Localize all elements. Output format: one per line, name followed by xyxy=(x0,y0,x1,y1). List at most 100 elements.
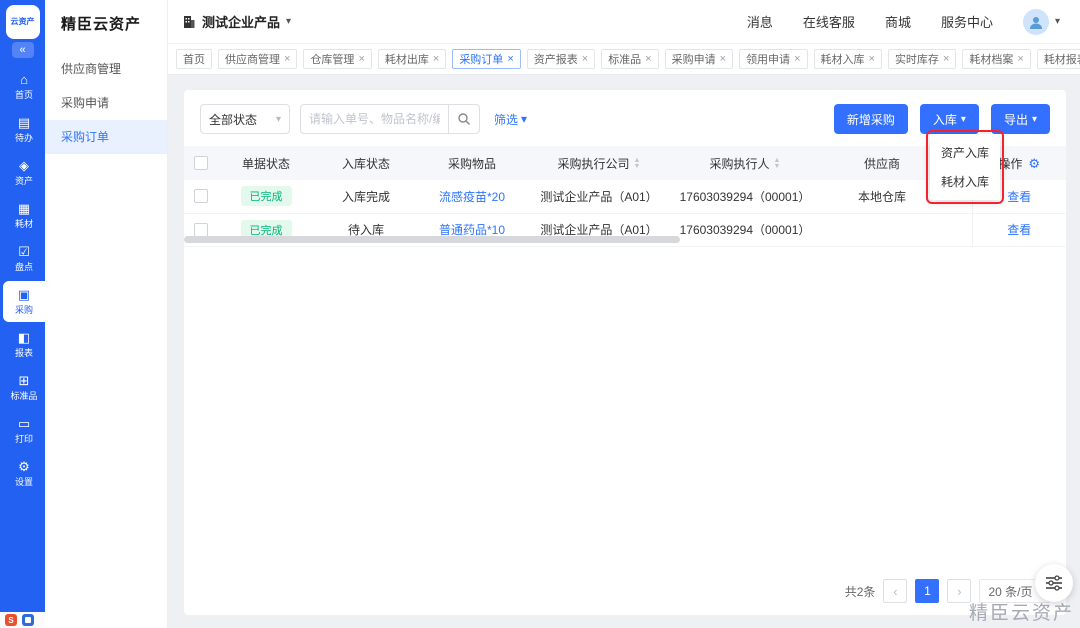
tab-close-icon[interactable]: × xyxy=(433,53,439,65)
nav-mall[interactable]: 商城 xyxy=(885,12,911,31)
asset-icon: ◈ xyxy=(19,157,29,173)
tab-label: 首页 xyxy=(183,54,205,66)
avatar[interactable] xyxy=(1022,8,1049,35)
rail-item-consumables[interactable]: ▦ 耗材 xyxy=(3,195,45,236)
rail-item-label: 待办 xyxy=(14,132,33,143)
col-document-status: 单据状态 xyxy=(218,146,314,180)
view-link[interactable]: 查看 xyxy=(1007,190,1031,204)
todo-icon: ▤ xyxy=(17,114,31,130)
col-executing-company[interactable]: 采购执行公司 ▲ ▼ xyxy=(526,146,672,180)
open-tabs-bar: 首页 供应商管理 × 仓库管理 × 耗材出库 × 采购订单 × 资产报表 × 标准品 × 采… xyxy=(168,44,1080,75)
tab-label: 耗材报表 xyxy=(1043,54,1080,66)
status-filter-select[interactable]: 全部状态 ▾ xyxy=(200,104,290,134)
menu-item-asset-inbound[interactable]: 资产入库 xyxy=(930,138,1000,167)
column-settings-gear-icon[interactable]: ⚙ xyxy=(1028,156,1040,171)
rail-item-label: 耗材 xyxy=(14,218,33,229)
left-rail: 云资产 « ⌂ 首页 ▤ 待办 ◈ 资产 ▦ 耗材 ☑ 盘点 ▣ 采购 ◧ 报表… xyxy=(0,0,45,628)
standard-item-icon: ⊞ xyxy=(18,372,30,388)
horizontal-scrollbar[interactable] xyxy=(184,236,680,243)
tab-close-icon[interactable]: × xyxy=(582,53,588,65)
next-page-button[interactable]: › xyxy=(947,579,972,603)
top-header: 测试企业产品 ▾ 消息 在线客服 商城 服务中心 ▾ xyxy=(168,0,1080,44)
tab-close-icon[interactable]: × xyxy=(943,53,949,65)
search-button[interactable] xyxy=(448,104,480,134)
tab-close-icon[interactable]: × xyxy=(507,53,513,65)
tab-close-icon[interactable]: × xyxy=(645,53,651,65)
chevron-down-icon: ▾ xyxy=(960,113,966,125)
user-menu[interactable]: ▾ xyxy=(1022,8,1060,35)
tab-supplier-management[interactable]: 供应商管理 × xyxy=(218,49,298,69)
tab-close-icon[interactable]: × xyxy=(1017,53,1023,65)
rail-item-assets[interactable]: ◈ 资产 xyxy=(3,152,45,193)
total-count: 共2条 xyxy=(844,584,876,599)
rail-item-todo[interactable]: ▤ 待办 xyxy=(3,109,45,150)
tab-warehouse-management[interactable]: 仓库管理 × xyxy=(303,49,372,69)
taskbar-app-icon[interactable]: S xyxy=(5,614,17,626)
tab-purchase-request[interactable]: 采购申请 × xyxy=(664,49,734,69)
rail-item-label: 设置 xyxy=(14,476,33,487)
tab-consumable-archive[interactable]: 耗材档案 × xyxy=(962,49,1031,69)
advanced-filter-link[interactable]: 筛选 ▾ xyxy=(494,111,527,128)
rail-item-label: 报表 xyxy=(14,347,33,358)
add-purchase-button[interactable]: 新增采购 xyxy=(833,104,908,134)
rail-item-home[interactable]: ⌂ 首页 xyxy=(3,66,45,107)
app-logo[interactable]: 云资产 xyxy=(5,5,40,39)
rail-item-print[interactable]: ▭ 打印 xyxy=(3,410,45,451)
tab-home[interactable]: 首页 xyxy=(176,49,212,69)
sidebar-item-purchase-request[interactable]: 采购申请 xyxy=(45,86,167,120)
person-icon xyxy=(1029,16,1042,29)
tab-close-icon[interactable]: × xyxy=(720,53,726,65)
purchase-item-link[interactable]: 普通药品*10 xyxy=(439,223,505,237)
select-all-checkbox[interactable] xyxy=(194,156,208,170)
tab-realtime-stock[interactable]: 实时库存 × xyxy=(887,49,957,69)
sidebar-item-purchase-order[interactable]: 采购订单 xyxy=(45,120,167,154)
rail-item-inventory[interactable]: ☑ 盘点 xyxy=(3,238,45,279)
taskbar-window-icon[interactable] xyxy=(22,614,34,626)
tab-close-icon[interactable]: × xyxy=(284,53,290,65)
rail-item-standard[interactable]: ⊞ 标准品 xyxy=(3,367,45,408)
purchase-item-link[interactable]: 流感疫苗*20 xyxy=(439,190,505,204)
search-input[interactable] xyxy=(300,104,448,134)
company-switcher[interactable]: 测试企业产品 ▾ xyxy=(182,12,291,31)
tab-label: 资产报表 xyxy=(533,54,578,66)
row-checkbox[interactable] xyxy=(194,189,208,204)
tab-consumable-outbound[interactable]: 耗材出库 × xyxy=(377,49,447,69)
current-page[interactable]: 1 xyxy=(915,579,940,603)
row-checkbox[interactable] xyxy=(194,222,208,237)
sort-icon[interactable]: ▲ ▼ xyxy=(634,157,641,170)
tab-label: 采购申请 xyxy=(671,54,716,66)
inbound-dropdown-menu: 资产入库 耗材入库 xyxy=(925,130,1005,204)
tab-asset-report[interactable]: 资产报表 × xyxy=(526,49,596,69)
quick-settings-fab[interactable] xyxy=(1035,564,1073,602)
collapse-sidebar-button[interactable]: « xyxy=(11,42,34,58)
tab-close-icon[interactable]: × xyxy=(869,53,875,65)
nav-service-center[interactable]: 服务中心 xyxy=(941,12,993,31)
inbound-button[interactable]: 入库 ▾ xyxy=(919,104,979,134)
tab-label: 仓库管理 xyxy=(310,54,355,66)
menu-item-consumable-inbound[interactable]: 耗材入库 xyxy=(930,167,1000,196)
rail-item-label: 资产 xyxy=(14,175,33,186)
tab-purchase-order[interactable]: 采购订单 × xyxy=(452,49,521,69)
rail-item-purchase[interactable]: ▣ 采购 xyxy=(3,281,45,322)
tab-consumable-report[interactable]: 耗材报表× xyxy=(1036,49,1080,69)
nav-online-service[interactable]: 在线客服 xyxy=(803,12,855,31)
rail-item-settings[interactable]: ⚙ 设置 xyxy=(3,453,45,494)
col-purchase-item: 采购物品 xyxy=(418,146,526,180)
tab-standard-item[interactable]: 标准品 × xyxy=(601,49,659,69)
tab-consumable-inbound[interactable]: 耗材入库 × xyxy=(813,49,882,69)
nav-messages[interactable]: 消息 xyxy=(747,12,773,31)
prev-page-button[interactable]: ‹ xyxy=(883,579,908,603)
rail-item-reports[interactable]: ◧ 报表 xyxy=(3,324,45,365)
export-button[interactable]: 导出 ▾ xyxy=(990,104,1050,134)
supplier-cell xyxy=(818,213,946,247)
tab-close-icon[interactable]: × xyxy=(794,53,800,65)
building-icon xyxy=(184,15,195,28)
sort-icon[interactable]: ▲ ▼ xyxy=(774,157,781,170)
tab-requisition-request[interactable]: 领用申请 × xyxy=(739,49,808,69)
consumable-icon: ▦ xyxy=(17,200,31,216)
tab-close-icon[interactable]: × xyxy=(358,53,364,65)
home-icon: ⌂ xyxy=(20,71,28,87)
view-link[interactable]: 查看 xyxy=(1007,223,1031,237)
sidebar-item-supplier-management[interactable]: 供应商管理 xyxy=(45,52,167,86)
col-executor[interactable]: 采购执行人 ▲ ▼ xyxy=(672,146,818,180)
